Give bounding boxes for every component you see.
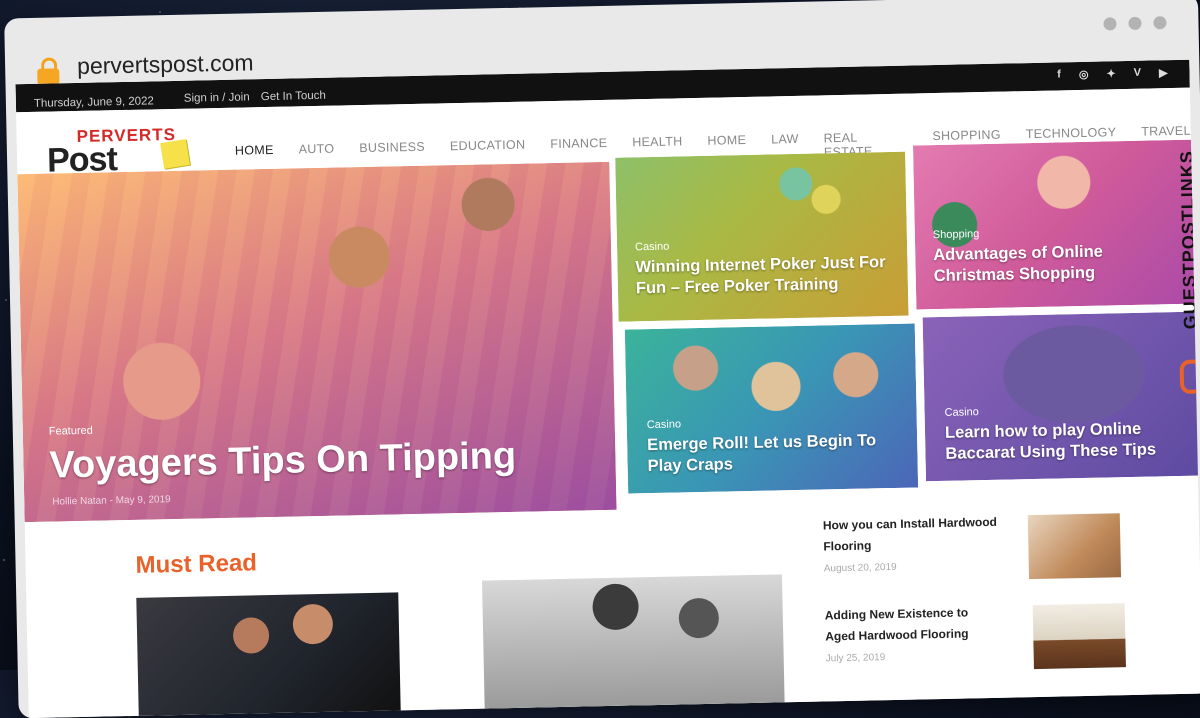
post-title[interactable]: Winning Internet Poker Just For Fun – Fr… (635, 252, 896, 300)
post-tile-poker[interactable]: Casino Winning Internet Poker Just For F… (615, 151, 909, 322)
chain-link-icon (1179, 359, 1200, 394)
post-tile-baccarat[interactable]: Casino Learn how to play Online Baccarat… (922, 311, 1200, 482)
sidebar-article-title[interactable]: Adding New Existence to Aged Hardwood Fl… (825, 602, 1002, 648)
article-thumbnail[interactable] (136, 592, 401, 718)
nav-item-finance[interactable]: FINANCE (550, 136, 608, 165)
lock-icon (37, 57, 60, 85)
sidebar-article-title[interactable]: How you can Install Hardwood Flooring (823, 512, 1000, 558)
nav-item-business[interactable]: BUSINESS (359, 140, 425, 169)
watermark-text: GUESTPOSTLINKS (1176, 150, 1200, 330)
post-tile-craps[interactable]: Casino Emerge Roll! Let us Begin To Play… (624, 323, 919, 494)
nav-item-auto[interactable]: AUTO (298, 142, 334, 171)
must-read-heading: Must Read (135, 549, 258, 579)
sidebar-article[interactable]: How you can Install Hardwood Flooring Au… (823, 512, 1000, 575)
post-title[interactable]: Advantages of Online Christmas Shopping (933, 241, 1134, 288)
page-viewport: Thursday, June 9, 2022 Sign in / Join Ge… (15, 59, 1200, 718)
url-text[interactable]: pervertspost.com (77, 49, 254, 80)
youtube-icon[interactable]: ▶ (1159, 66, 1168, 79)
sidebar-article-image[interactable] (1027, 513, 1122, 580)
window-dot-icon[interactable] (1128, 16, 1142, 30)
post-category[interactable]: Featured (49, 425, 93, 438)
sticky-note-icon (160, 139, 190, 169)
person-image (232, 617, 270, 654)
person-image (292, 603, 334, 645)
window-dot-icon[interactable] (1103, 17, 1117, 31)
post-author[interactable]: Hollie Natan (52, 495, 107, 507)
current-date: Thursday, June 9, 2022 (33, 95, 155, 110)
vimeo-icon[interactable]: V (1134, 67, 1142, 80)
meta-separator: - (109, 495, 113, 507)
sidebar-article-image[interactable] (1032, 603, 1126, 670)
post-category[interactable]: Casino (944, 406, 978, 419)
sidebar-article[interactable]: Adding New Existence to Aged Hardwood Fl… (825, 602, 1002, 665)
post-date: May 9, 2019 (115, 494, 171, 507)
post-title[interactable]: Learn how to play Online Baccarat Using … (945, 418, 1186, 466)
featured-hero-post[interactable]: Featured Voyagers Tips On Tipping Hollie… (17, 161, 617, 523)
person-image (678, 597, 720, 639)
window-controls (1103, 16, 1167, 31)
post-title[interactable]: Emerge Roll! Let us Begin To Play Craps (647, 430, 898, 478)
get-in-touch-link[interactable]: Get In Touch (261, 90, 326, 103)
person-image (592, 583, 640, 631)
sidebar-article-date: August 20, 2019 (823, 561, 897, 575)
nav-item-home[interactable]: HOME (235, 143, 274, 172)
instagram-icon[interactable]: ◎ (1079, 68, 1089, 81)
sidebar-article-date: July 25, 2019 (825, 652, 886, 665)
window-dot-icon[interactable] (1153, 16, 1167, 30)
post-category[interactable]: Casino (635, 241, 669, 254)
social-icons: f ◎ ✦ V ▶ (1057, 66, 1168, 81)
article-thumbnail[interactable] (482, 574, 785, 711)
site-logo[interactable]: PERVERTS Post (46, 125, 197, 180)
nav-item-education[interactable]: EDUCATION (450, 138, 526, 168)
guestpostlinks-watermark: GUESTPOSTLINKS (1167, 149, 1200, 410)
post-tile-christmas[interactable]: Shopping Advantages of Online Christmas … (912, 139, 1200, 310)
twitter-icon[interactable]: ✦ (1106, 67, 1115, 80)
post-category[interactable]: Shopping (933, 228, 980, 241)
signin-link[interactable]: Sign in / Join (184, 91, 250, 104)
facebook-icon[interactable]: f (1057, 68, 1061, 81)
post-category[interactable]: Casino (647, 418, 681, 431)
browser-window: pervertspost.com Thursday, June 9, 2022 … (4, 0, 1200, 718)
